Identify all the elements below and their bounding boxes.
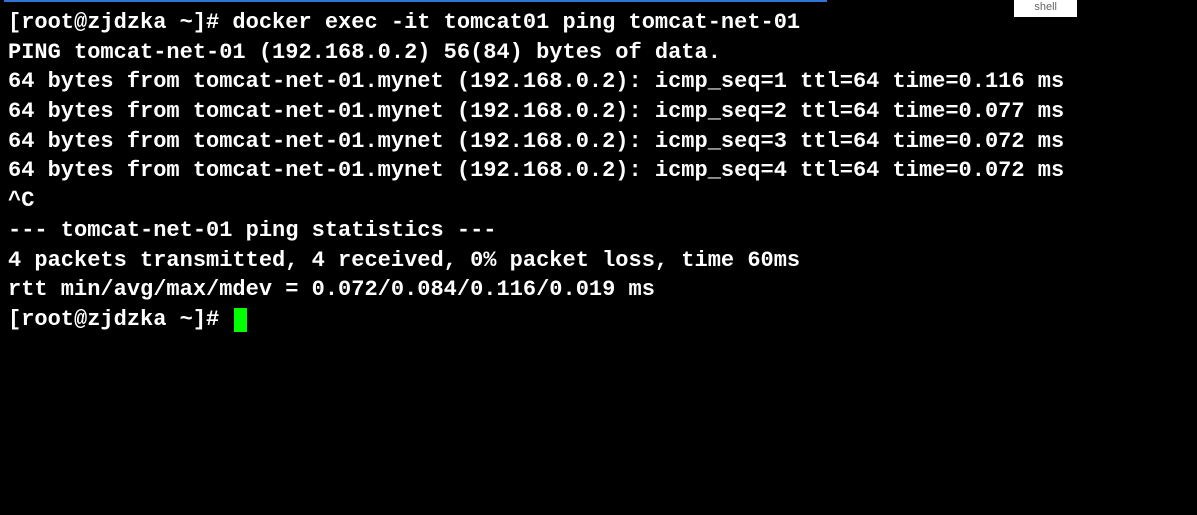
terminal-line: --- tomcat-net-01 ping statistics --- [8, 216, 1189, 246]
window-active-border [4, 0, 827, 2]
terminal-output[interactable]: [root@zjdzka ~]# docker exec -it tomcat0… [8, 8, 1189, 335]
shell-tab[interactable]: shell [1014, 0, 1077, 17]
terminal-prompt-line[interactable]: [root@zjdzka ~]# [8, 305, 1189, 335]
terminal-line: 64 bytes from tomcat-net-01.mynet (192.1… [8, 127, 1189, 157]
terminal-line: 64 bytes from tomcat-net-01.mynet (192.1… [8, 67, 1189, 97]
terminal-line: rtt min/avg/max/mdev = 0.072/0.084/0.116… [8, 275, 1189, 305]
terminal-line: 64 bytes from tomcat-net-01.mynet (192.1… [8, 97, 1189, 127]
terminal-line: 64 bytes from tomcat-net-01.mynet (192.1… [8, 156, 1189, 186]
terminal-line: 4 packets transmitted, 4 received, 0% pa… [8, 246, 1189, 276]
terminal-line: PING tomcat-net-01 (192.168.0.2) 56(84) … [8, 38, 1189, 68]
terminal-line: [root@zjdzka ~]# docker exec -it tomcat0… [8, 8, 1189, 38]
terminal-prompt: [root@zjdzka ~]# [8, 307, 232, 332]
cursor-icon [234, 308, 247, 332]
terminal-line: ^C [8, 186, 1189, 216]
